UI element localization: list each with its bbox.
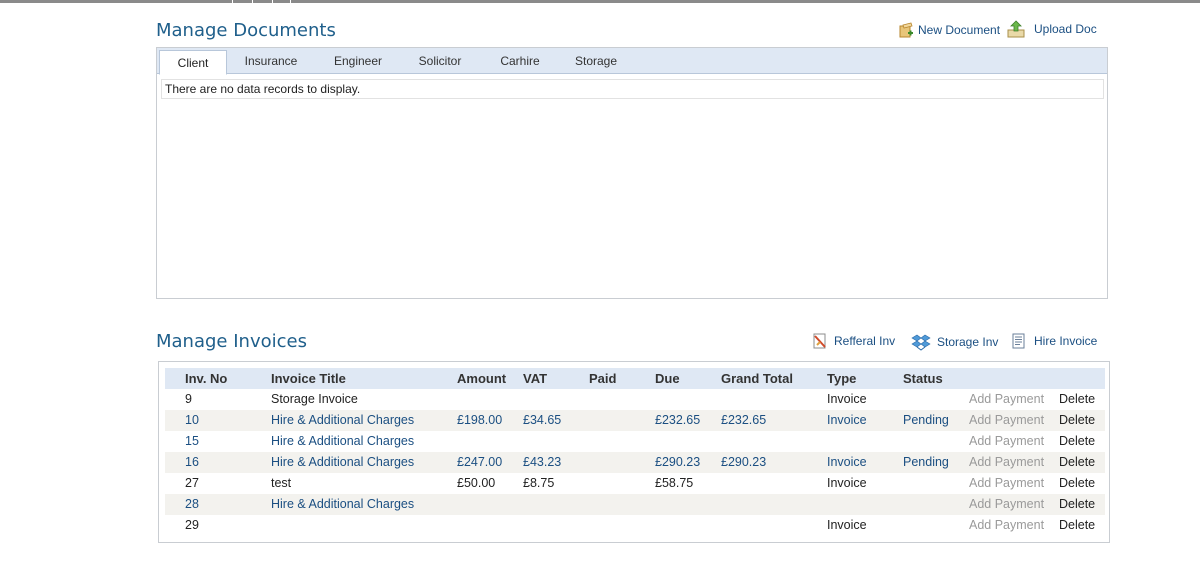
hire-invoice-label: Hire Invoice xyxy=(1034,334,1098,348)
documents-panel: Client Insurance Engineer Solicitor Carh… xyxy=(156,47,1108,299)
invoices-title: Manage Invoices xyxy=(156,331,307,352)
inv-no: 28 xyxy=(185,497,199,511)
inv-no: 27 xyxy=(185,476,199,490)
add-payment-link[interactable]: Add Payment xyxy=(969,389,1044,410)
col-vat[interactable]: VAT xyxy=(523,368,547,389)
documents-title: Manage Documents xyxy=(156,20,336,41)
invoices-panel: Inv. No Invoice Title Amount VAT Paid Du… xyxy=(158,361,1110,543)
invoice-type: Invoice xyxy=(827,455,867,469)
invoice-title[interactable]: Hire & Additional Charges xyxy=(271,494,414,515)
upload-icon xyxy=(1006,20,1026,38)
tab-insurance[interactable]: Insurance xyxy=(233,48,309,73)
table-header: Inv. No Invoice Title Amount VAT Paid Du… xyxy=(165,368,1105,389)
new-document-label: New Document xyxy=(918,23,1001,37)
inv-no: 15 xyxy=(185,434,199,448)
col-inv-no[interactable]: Inv. No xyxy=(185,368,227,389)
refferal-inv-label: Refferal Inv xyxy=(834,334,896,348)
refferal-inv-button[interactable]: Refferal Inv xyxy=(812,333,895,349)
new-document-icon xyxy=(898,22,914,38)
col-grand-total[interactable]: Grand Total xyxy=(721,368,793,389)
invoice-title[interactable]: Hire & Additional Charges xyxy=(271,431,414,452)
invoice-vat: £34.65 xyxy=(523,413,562,427)
invoice-title[interactable]: test xyxy=(271,473,291,494)
add-payment-link[interactable]: Add Payment xyxy=(969,473,1044,494)
col-type[interactable]: Type xyxy=(827,368,856,389)
inv-no: 16 xyxy=(185,455,199,469)
invoice-amount: £198.00 xyxy=(457,413,503,427)
hire-invoice-button[interactable]: Hire Invoice xyxy=(1012,333,1097,349)
top-border xyxy=(0,0,1200,3)
col-due[interactable]: Due xyxy=(655,368,680,389)
storage-inv-label: Storage Inv xyxy=(937,335,999,349)
delete-link[interactable]: Delete xyxy=(1059,431,1095,452)
storage-inv-button[interactable]: Storage Inv xyxy=(911,333,998,351)
inv-no: 29 xyxy=(185,518,199,532)
invoice-title[interactable]: Storage Invoice xyxy=(271,389,358,410)
storage-boxes-icon xyxy=(911,333,931,351)
tab-carhire[interactable]: Carhire xyxy=(485,48,555,73)
invoice-title[interactable]: Hire & Additional Charges xyxy=(271,410,414,431)
invoice-vat: £43.23 xyxy=(523,455,562,469)
invoice-type: Invoice xyxy=(827,413,867,427)
tab-engineer[interactable]: Engineer xyxy=(321,48,395,73)
invoices-table: Inv. No Invoice Title Amount VAT Paid Du… xyxy=(165,368,1105,536)
inv-no: 10 xyxy=(185,413,199,427)
upload-doc-label: Upload Doc xyxy=(1034,22,1097,36)
table-row: 28 Hire & Additional Charges Add Payment… xyxy=(165,494,1105,515)
delete-link[interactable]: Delete xyxy=(1059,410,1095,431)
invoice-status: Pending xyxy=(903,413,949,427)
new-document-button[interactable]: New Document xyxy=(898,22,1000,38)
delete-link[interactable]: Delete xyxy=(1059,473,1095,494)
invoice-title[interactable]: Hire & Additional Charges xyxy=(271,452,414,473)
table-row: 9 Storage Invoice Invoice Add Payment De… xyxy=(165,389,1105,410)
invoice-grand-total: £232.65 xyxy=(721,413,767,427)
empty-records-message: There are no data records to display. xyxy=(161,79,1104,99)
inv-no: 9 xyxy=(185,392,192,406)
table-row: 10 Hire & Additional Charges £198.00 £34… xyxy=(165,410,1105,431)
refferal-inv-icon xyxy=(812,333,828,349)
documents-tabbar: Client Insurance Engineer Solicitor Carh… xyxy=(157,48,1107,75)
add-payment-link[interactable]: Add Payment xyxy=(969,494,1044,515)
delete-link[interactable]: Delete xyxy=(1059,494,1095,515)
invoice-due: £232.65 xyxy=(655,413,701,427)
invoice-type: Invoice xyxy=(827,476,867,490)
add-payment-link[interactable]: Add Payment xyxy=(969,410,1044,431)
invoice-status: Pending xyxy=(903,455,949,469)
col-amount[interactable]: Amount xyxy=(457,368,506,389)
table-row: 29 Invoice Add Payment Delete xyxy=(165,515,1105,536)
hire-invoice-icon xyxy=(1012,333,1026,349)
table-row: 27 test £50.00 £8.75 £58.75 Invoice Add … xyxy=(165,473,1105,494)
invoice-amount: £247.00 xyxy=(457,455,503,469)
invoice-vat: £8.75 xyxy=(523,476,555,490)
invoice-type: Invoice xyxy=(827,518,867,532)
table-row: 16 Hire & Additional Charges £247.00 £43… xyxy=(165,452,1105,473)
tab-solicitor[interactable]: Solicitor xyxy=(405,48,475,73)
upload-doc-button[interactable]: Upload Doc xyxy=(1006,20,1097,38)
invoice-due: £290.23 xyxy=(655,455,701,469)
invoice-due: £58.75 xyxy=(655,476,694,490)
col-paid[interactable]: Paid xyxy=(589,368,616,389)
col-invoice-title[interactable]: Invoice Title xyxy=(271,368,346,389)
add-payment-link[interactable]: Add Payment xyxy=(969,452,1044,473)
tab-client[interactable]: Client xyxy=(159,50,227,75)
delete-link[interactable]: Delete xyxy=(1059,389,1095,410)
invoice-type: Invoice xyxy=(827,392,867,406)
delete-link[interactable]: Delete xyxy=(1059,452,1095,473)
invoice-grand-total: £290.23 xyxy=(721,455,767,469)
col-status[interactable]: Status xyxy=(903,368,943,389)
tab-storage[interactable]: Storage xyxy=(561,48,631,73)
add-payment-link[interactable]: Add Payment xyxy=(969,431,1044,452)
add-payment-link[interactable]: Add Payment xyxy=(969,515,1044,536)
table-row: 15 Hire & Additional Charges Add Payment… xyxy=(165,431,1105,452)
delete-link[interactable]: Delete xyxy=(1059,515,1095,536)
invoice-amount: £50.00 xyxy=(457,476,496,490)
